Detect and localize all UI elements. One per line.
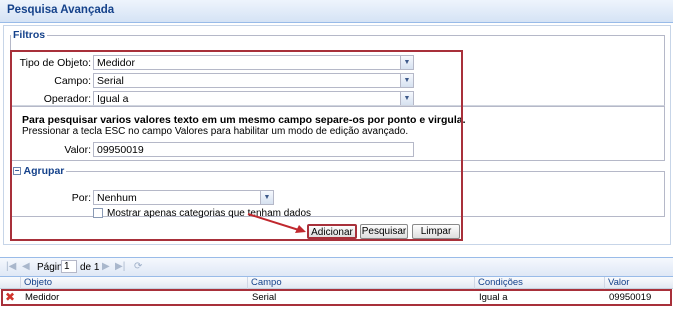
first-page-icon[interactable]: |◀ (6, 261, 16, 272)
grid-header: Objeto Campo Condições Valor (0, 277, 673, 289)
next-page-icon[interactable]: ▶ (102, 261, 110, 272)
cell-objeto: Medidor (25, 292, 60, 303)
filters-legend: Filtros (13, 29, 46, 41)
filters-highlight-box (10, 50, 463, 241)
prev-page-icon[interactable]: ◀ (22, 261, 30, 272)
table-row[interactable]: ✖ Medidor Serial Igual a 09950019 (1, 289, 672, 306)
column-header-campo[interactable]: Campo (247, 277, 474, 289)
last-page-icon[interactable]: ▶| (115, 261, 125, 272)
pager-toolbar: |◀ ◀ Página 1 de 1 ▶ ▶| ⟳ (0, 257, 673, 277)
page-count: de 1 (80, 262, 100, 273)
search-button[interactable]: Pesquisar (360, 224, 408, 239)
refresh-icon[interactable]: ⟳ (134, 261, 142, 272)
column-header-condicoes[interactable]: Condições (474, 277, 604, 289)
cell-valor: 09950019 (609, 292, 652, 303)
form-container: Filtros Tipo de Objeto: Medidor ▼ Campo:… (3, 25, 671, 245)
column-header-objeto[interactable]: Objeto (20, 277, 247, 289)
column-header-valor[interactable]: Valor (604, 277, 673, 289)
delete-icon[interactable]: ✖ (5, 291, 15, 303)
annotation-arrow (247, 213, 306, 233)
add-button[interactable]: Adicionar (307, 224, 357, 239)
window-titlebar: Pesquisa Avançada (0, 0, 673, 23)
cell-condicoes: Igual a (479, 292, 508, 303)
search-panel: Filtros Tipo de Objeto: Medidor ▼ Campo:… (0, 23, 673, 250)
cell-campo: Serial (252, 292, 277, 303)
clear-button[interactable]: Limpar (412, 224, 460, 239)
window-title: Pesquisa Avançada (7, 4, 115, 16)
page-input[interactable]: 1 (61, 260, 77, 273)
